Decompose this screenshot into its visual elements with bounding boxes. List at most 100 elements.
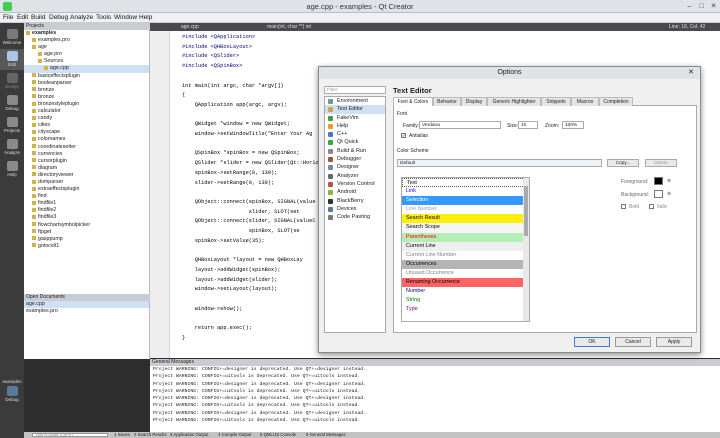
tab-display[interactable]: Display xyxy=(461,97,487,106)
menu-file[interactable]: File xyxy=(3,14,13,21)
foreground-swatch[interactable] xyxy=(654,177,663,185)
project-tree-item[interactable]: cursorplugin xyxy=(24,158,149,165)
category-item[interactable]: Text Editor xyxy=(325,105,385,114)
kit-selector[interactable]: examples Debug xyxy=(0,377,24,407)
color-scheme-select[interactable]: Default xyxy=(397,159,602,167)
project-tree-item[interactable]: age.cpp xyxy=(24,65,149,73)
open-document-item[interactable]: examples.pro xyxy=(24,308,149,315)
project-tree-item[interactable]: colornames xyxy=(24,136,149,143)
category-item[interactable]: Android xyxy=(325,188,385,196)
color-element-item[interactable]: Search Scope xyxy=(402,223,529,233)
mode-edit[interactable]: Edit xyxy=(0,49,24,70)
locator-input[interactable]: Type to locate (Ctrl+K) xyxy=(32,433,108,437)
menu-window[interactable]: Window xyxy=(114,14,137,21)
project-tree-item[interactable]: gotocell1 xyxy=(24,243,149,250)
category-item[interactable]: Version Control xyxy=(325,180,385,188)
color-element-item[interactable]: Current Line xyxy=(402,241,529,251)
font-size-select[interactable]: 10 xyxy=(518,121,538,129)
color-element-item[interactable]: Search Result xyxy=(402,214,529,224)
project-tree-item[interactable]: age xyxy=(24,44,149,51)
project-tree-item[interactable]: coordinatesetter xyxy=(24,144,149,151)
tab-snippets[interactable]: Snippets xyxy=(541,97,571,106)
category-item[interactable]: BlackBerry xyxy=(325,197,385,205)
project-tree-item[interactable]: findfile1 xyxy=(24,200,149,207)
project-tree-item[interactable]: examples.pro xyxy=(24,37,149,44)
category-item[interactable]: FakeVim xyxy=(325,114,385,122)
project-tree-item[interactable]: currencies xyxy=(24,151,149,158)
pane-button-qml[interactable]: 5 QML/JS Console xyxy=(260,432,296,438)
elements-scrollbar[interactable] xyxy=(523,178,529,321)
project-tree-item[interactable]: basiceffectsplugin xyxy=(24,73,149,80)
font-family-select[interactable]: Verdana xyxy=(419,121,501,129)
color-element-item[interactable]: Text xyxy=(402,178,529,188)
project-tree-item[interactable]: ftpget xyxy=(24,229,149,236)
italic-checkbox[interactable] xyxy=(649,204,654,209)
color-element-item[interactable]: Parentheses xyxy=(402,232,529,242)
project-tree-item[interactable]: age.pro xyxy=(24,51,149,58)
close-button[interactable]: ✕ xyxy=(709,2,718,11)
delete-scheme-button[interactable]: Delete xyxy=(645,159,677,167)
category-item[interactable]: Environment xyxy=(325,97,385,105)
category-item[interactable]: Build & Run xyxy=(325,147,385,155)
background-swatch[interactable] xyxy=(654,190,663,198)
menu-edit[interactable]: Edit xyxy=(17,14,28,21)
category-item[interactable]: Devices xyxy=(325,205,385,213)
tab-behavior[interactable]: Behavior xyxy=(433,97,461,106)
category-item[interactable]: C++ xyxy=(325,130,385,138)
project-tree-item[interactable]: diagram xyxy=(24,165,149,172)
filter-input[interactable]: Filter xyxy=(324,86,386,94)
menu-tools[interactable]: Tools xyxy=(96,14,111,21)
mode-design[interactable]: Design xyxy=(0,71,24,92)
project-tree-item[interactable]: cityscape xyxy=(24,129,149,136)
project-tree-item[interactable]: bronze xyxy=(24,87,149,94)
category-item[interactable]: Code Pasting xyxy=(325,213,385,221)
mode-welcome[interactable]: Welcome xyxy=(0,27,24,48)
project-tree-item[interactable]: gasppump xyxy=(24,236,149,243)
project-tree-item[interactable]: booleanparser xyxy=(24,80,149,87)
menu-analyze[interactable]: Analyze xyxy=(70,14,93,21)
project-tree-item[interactable]: calculator xyxy=(24,108,149,115)
pane-button-messages[interactable]: 6 General Messages xyxy=(306,432,346,438)
category-item[interactable]: Help xyxy=(325,122,385,130)
color-element-item[interactable]: Occurrences xyxy=(402,259,529,269)
maximize-button[interactable]: □ xyxy=(697,2,706,11)
open-document-item[interactable]: age.cpp xyxy=(24,301,149,308)
pane-button-search[interactable]: 2 Search Results xyxy=(134,432,167,438)
color-element-item[interactable]: Unused Occurrence xyxy=(402,268,529,279)
color-element-item[interactable]: Selection xyxy=(402,196,529,206)
symbol-selector[interactable]: main(int, char **) int xyxy=(267,24,311,30)
apply-button[interactable]: Apply xyxy=(656,337,692,347)
project-tree-item[interactable]: findfile3 xyxy=(24,214,149,221)
copy-scheme-button[interactable]: Copy... xyxy=(607,159,639,167)
project-tree-item[interactable]: flowchartsymbolpicker xyxy=(24,222,149,229)
mode-help[interactable]: Help xyxy=(0,159,24,180)
scrollbar-thumb[interactable] xyxy=(524,186,528,236)
color-element-item[interactable]: Renaming Occurrence xyxy=(402,278,529,288)
zoom-spinbox[interactable]: 100% xyxy=(562,121,584,129)
category-item[interactable]: Designer xyxy=(325,163,385,171)
project-tree-item[interactable]: domparser xyxy=(24,179,149,186)
category-item[interactable]: Analyzer xyxy=(325,172,385,180)
project-tree-item[interactable]: findfile2 xyxy=(24,207,149,214)
pane-button-app-output[interactable]: 3 Application Output xyxy=(170,432,208,438)
color-element-item[interactable]: Number xyxy=(402,287,529,297)
menu-build[interactable]: Build xyxy=(31,14,45,21)
category-item[interactable]: Qt Quick xyxy=(325,138,385,146)
project-tree-item[interactable]: cities xyxy=(24,122,149,129)
project-tree-item[interactable]: bronzestyleplugin xyxy=(24,101,149,108)
cancel-button[interactable]: Cancel xyxy=(615,337,651,347)
project-tree-item[interactable]: find xyxy=(24,193,149,200)
menu-debug[interactable]: Debug xyxy=(49,14,68,21)
color-element-item[interactable]: Type xyxy=(402,305,529,315)
color-element-item[interactable]: Current Line Number xyxy=(402,250,529,260)
mode-projects[interactable]: Projects xyxy=(0,115,24,136)
clear-background-icon[interactable]: ⊗ xyxy=(667,191,671,197)
bold-checkbox[interactable] xyxy=(621,204,626,209)
tab-completion[interactable]: Completion xyxy=(599,97,633,106)
project-tree-item[interactable]: bronze xyxy=(24,94,149,101)
menu-help[interactable]: Help xyxy=(139,14,152,21)
pane-button-issues[interactable]: 1 Issues xyxy=(114,432,130,438)
color-element-item[interactable]: String xyxy=(402,296,529,306)
mode-debug[interactable]: Debug xyxy=(0,93,24,114)
project-tree-item[interactable]: extraeffectsplugin xyxy=(24,186,149,193)
